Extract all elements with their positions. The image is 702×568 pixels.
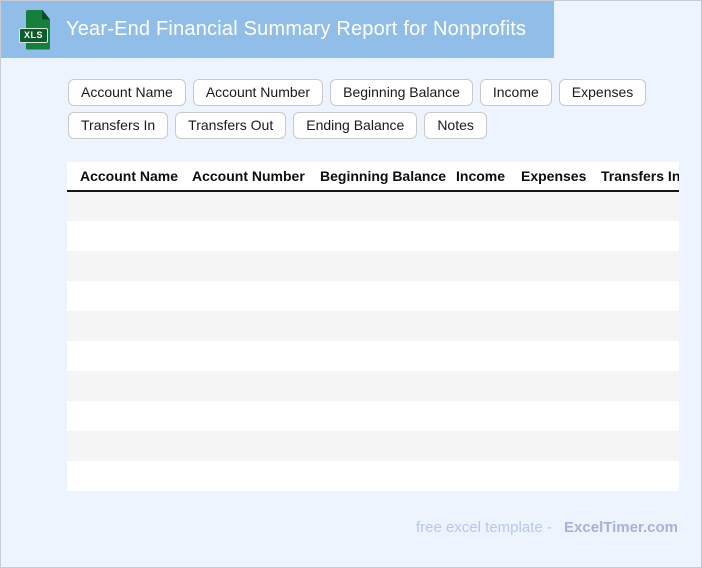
empty-row-cell [67,191,679,221]
empty-row-cell [67,371,679,401]
column-chip-8[interactable]: Notes [424,112,487,139]
table-row [67,461,679,491]
column-chip-2[interactable]: Beginning Balance [330,79,473,106]
table-row [67,281,679,311]
table-row [67,221,679,251]
table-body [67,191,679,491]
table-row [67,341,679,371]
empty-row-cell [67,461,679,491]
header-bar: XLS Year-End Financial Summary Report fo… [1,1,554,58]
table-row [67,191,679,221]
empty-row-cell [67,221,679,251]
empty-row-cell [67,401,679,431]
empty-row-cell [67,281,679,311]
table-column-header-2: Beginning Balance [307,162,446,192]
table-header-row: Account Name Account Number Beginning Bala… [67,162,679,192]
table-column-header-3: Income [443,162,508,192]
column-chip-0[interactable]: Account Name [68,79,186,106]
summary-table: Account Name Account Number Beginning Bala… [67,162,679,491]
table-row [67,401,679,431]
table-column-header-0: Account Name [67,162,179,192]
column-chip-1[interactable]: Account Number [192,79,324,106]
footer-credit: free excel template - ExcelTimer.com [416,519,678,536]
footer-text: free excel template - [415,519,552,536]
table-row [67,251,679,281]
empty-row-cell [67,431,679,461]
column-tag-list: Account Name Account Number Beginning Bala… [68,79,653,139]
page-title: Year-End Financial Summary Report for No… [66,18,527,40]
summary-table-container: Account Name Account Number Beginning Bala… [67,162,679,493]
column-chip-5[interactable]: Transfers In [68,112,169,139]
empty-row-cell [67,311,679,341]
column-chip-6[interactable]: Transfers Out [175,112,287,139]
table-row [67,371,679,401]
table-row [67,431,679,461]
table-column-header-4: Expenses [508,162,588,192]
column-chip-4[interactable]: Expenses [558,79,647,106]
xls-icon-label: XLS [19,27,49,43]
page: XLS Year-End Financial Summary Report fo… [0,0,702,568]
empty-row-cell [67,251,679,281]
column-chip-3[interactable]: Income [479,79,552,106]
table-column-header-1: Account Number [179,162,307,192]
column-chip-7[interactable]: Ending Balance [293,112,418,139]
footer-brand-link[interactable]: ExcelTimer.com [564,519,678,536]
table-column-header-5: Transfers In [588,162,679,192]
table-row [67,311,679,341]
xls-file-icon: XLS [19,9,51,51]
empty-row-cell [67,341,679,371]
